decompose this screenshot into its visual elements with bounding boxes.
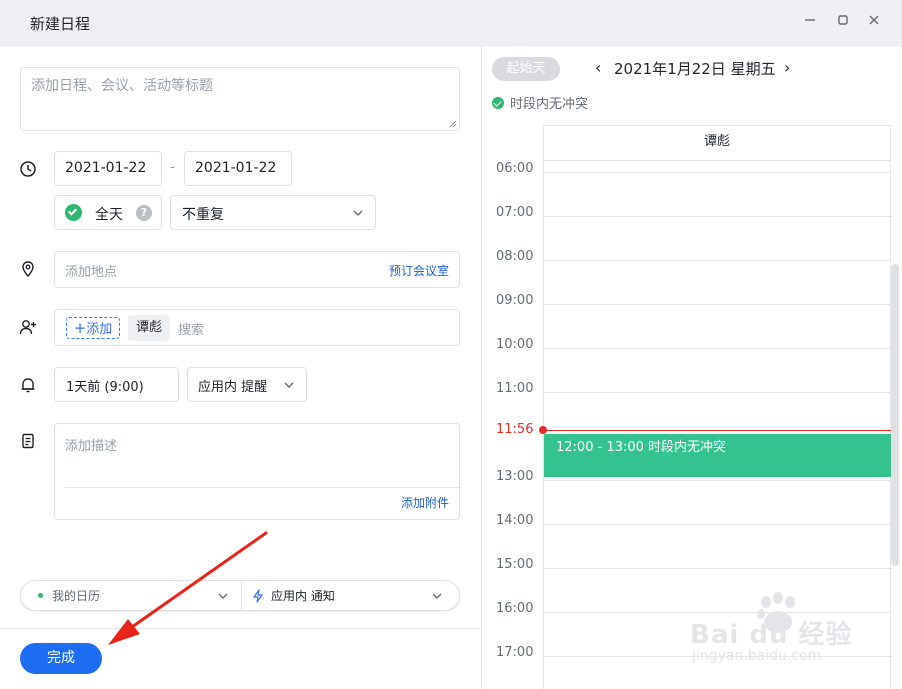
watermark-url: jingyan.baidu.com <box>692 648 822 664</box>
document-icon <box>22 433 34 449</box>
reminder-type-value: 应用内 提醒 <box>198 380 268 395</box>
hour-label: 09:00 <box>496 293 534 308</box>
hour-line <box>544 304 892 305</box>
hour-line <box>544 172 892 173</box>
chevron-down-icon <box>432 593 442 599</box>
annotation-arrow-icon <box>108 531 268 645</box>
baidu-jingyan-watermark: Bai du 经验 jingyan.baidu.com <box>690 590 870 670</box>
bell-icon <box>21 378 35 393</box>
location-input[interactable]: 添加地点 预订会议室 <box>54 251 460 288</box>
hour-line <box>544 524 892 525</box>
hour-label: 11:00 <box>496 381 534 396</box>
resize-grip-icon[interactable] <box>449 120 457 128</box>
current-time-dot <box>539 426 547 434</box>
notify-value: 应用内 通知 <box>271 589 335 603</box>
attendee-tag[interactable]: 谭彪 <box>128 315 170 341</box>
plus-icon: + <box>73 319 87 337</box>
description-divider <box>65 487 459 488</box>
description-input[interactable]: 添加描述 添加附件 <box>54 423 460 520</box>
next-day-icon[interactable]: › <box>784 58 790 77</box>
chevron-down-icon <box>353 210 363 216</box>
hour-label: 10:00 <box>496 337 534 352</box>
calendar-date-title: 2021年1月22日 星期五 <box>614 60 776 78</box>
all-day-toggle[interactable]: 全天 ? <box>54 195 162 230</box>
hour-label: 16:00 <box>496 601 534 616</box>
hour-label: 17:00 <box>496 645 534 660</box>
event-block[interactable]: 12:00 - 13:00 时段内无冲突 <box>544 434 891 477</box>
reminder-select[interactable]: 1天前 (9:00) <box>54 367 179 402</box>
chevron-down-icon <box>284 382 294 388</box>
add-attendee-label: 添加 <box>86 322 113 337</box>
done-button[interactable]: 完成 <box>20 643 102 674</box>
event-block-text: 12:00 - 13:00 时段内无冲突 <box>556 440 727 455</box>
add-attendee-button[interactable]: +添加 <box>66 317 120 339</box>
hour-label: 08:00 <box>496 249 534 264</box>
check-circle-icon <box>492 97 504 109</box>
location-pin-icon <box>22 261 34 278</box>
attendee-column-header: 谭彪 <box>543 125 891 161</box>
add-person-icon <box>19 320 36 335</box>
help-icon[interactable]: ? <box>136 205 152 221</box>
prev-day-icon[interactable]: ‹ <box>595 58 601 77</box>
hour-line <box>544 392 892 393</box>
repeat-value: 不重复 <box>182 207 224 223</box>
watermark-brand: Bai du 经验 <box>690 620 853 650</box>
current-time-label: 11:56 <box>496 422 534 437</box>
location-placeholder: 添加地点 <box>65 265 118 280</box>
hour-label: 15:00 <box>496 557 534 572</box>
date-separator: - <box>170 160 175 175</box>
start-day-button[interactable]: 起始天 <box>492 57 560 81</box>
hour-line <box>544 348 892 349</box>
add-attachment-link[interactable]: 添加附件 <box>401 494 449 511</box>
clock-icon <box>20 161 36 177</box>
book-room-link[interactable]: 预订会议室 <box>389 262 449 279</box>
current-time-line <box>543 430 891 431</box>
end-date-field[interactable]: 2021-01-22 <box>184 151 292 186</box>
hour-line <box>544 216 892 217</box>
event-title-input[interactable]: 添加日程、会议、活动等标题 <box>20 67 460 131</box>
calendar-color-dot <box>38 593 43 598</box>
maximize-icon[interactable] <box>833 12 853 32</box>
attendees-input[interactable]: +添加 谭彪 搜索 <box>54 309 460 346</box>
hour-line <box>544 260 892 261</box>
repeat-select[interactable]: 不重复 <box>170 195 376 230</box>
hour-label: 07:00 <box>496 205 534 220</box>
conflict-status: 时段内无冲突 <box>492 93 588 112</box>
event-title-placeholder: 添加日程、会议、活动等标题 <box>31 78 213 94</box>
hour-label: 13:00 <box>496 469 534 484</box>
window-title: 新建日程 <box>30 15 91 33</box>
check-circle-icon[interactable] <box>65 204 82 221</box>
scrollbar-thumb[interactable] <box>891 264 899 566</box>
title-bar: 新建日程 <box>0 0 902 46</box>
start-date-field[interactable]: 2021-01-22 <box>54 151 162 186</box>
calendar-value: 我的日历 <box>52 589 101 603</box>
description-placeholder: 添加描述 <box>65 439 118 454</box>
hour-label: 06:00 <box>496 161 534 176</box>
hour-line <box>544 480 892 481</box>
hour-line <box>544 568 892 569</box>
attendee-search-placeholder[interactable]: 搜索 <box>178 319 204 338</box>
conflict-status-text: 时段内无冲突 <box>510 97 589 112</box>
all-day-label: 全天 <box>95 207 123 223</box>
hour-label: 14:00 <box>496 513 534 528</box>
close-icon[interactable] <box>864 12 884 32</box>
minimize-icon[interactable] <box>800 12 820 32</box>
reminder-type-select[interactable]: 应用内 提醒 <box>187 367 307 402</box>
